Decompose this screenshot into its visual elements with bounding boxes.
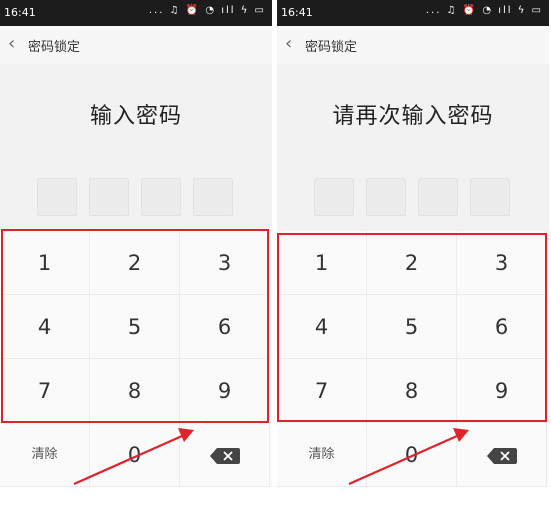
pin-slot [89,178,129,216]
phone-screen-left: 16:41 ... ♫ ⏰ ◔ ıll ϟ ▭ ‹ 密码锁定 输入密码 1 2 … [0,0,272,506]
key-0[interactable]: 0 [90,423,180,487]
pin-slot [141,178,181,216]
key-3[interactable]: 3 [180,231,270,295]
key-3[interactable]: 3 [457,231,547,295]
phone-screen-right: 16:41 ... ♫ ⏰ ◔ ıll ϟ ▭ ‹ 密码锁定 请再次输入密码 1… [277,0,549,506]
key-6[interactable]: 6 [457,295,547,359]
key-2[interactable]: 2 [367,231,457,295]
key-7[interactable]: 7 [0,359,90,423]
delete-button[interactable] [180,423,270,487]
key-2[interactable]: 2 [90,231,180,295]
bottom-margin [277,487,549,506]
key-5[interactable]: 5 [90,295,180,359]
title-bar: ‹ 密码锁定 [277,26,549,64]
backspace-icon [486,448,517,464]
key-0[interactable]: 0 [367,423,457,487]
pin-slot [418,178,458,216]
pin-slots [277,178,549,218]
back-chevron-icon[interactable]: ‹ [285,34,292,54]
clear-button[interactable]: 清除 [0,423,90,487]
key-4[interactable]: 4 [0,295,90,359]
status-time: 16:41 [4,6,36,19]
pin-slot [193,178,233,216]
delete-button[interactable] [457,423,547,487]
keypad: 1 2 3 4 5 6 7 8 9 清除 0 [0,231,272,491]
status-bar: 16:41 ... ♫ ⏰ ◔ ıll ϟ ▭ [0,0,272,26]
pin-slot [37,178,77,216]
status-icons: ... ♫ ⏰ ◔ ıll ϟ ▭ [148,5,266,16]
key-1[interactable]: 1 [277,231,367,295]
pin-slot [366,178,406,216]
clear-button[interactable]: 清除 [277,423,367,487]
key-7[interactable]: 7 [277,359,367,423]
key-8[interactable]: 8 [90,359,180,423]
title-bar: ‹ 密码锁定 [0,26,272,64]
back-chevron-icon[interactable]: ‹ [8,34,15,54]
key-5[interactable]: 5 [367,295,457,359]
password-prompt: 输入密码 [89,104,182,129]
key-1[interactable]: 1 [0,231,90,295]
backspace-icon [209,448,240,464]
pin-slots [0,178,272,218]
pin-slot [314,178,354,216]
pin-slot [470,178,510,216]
status-time: 16:41 [281,6,313,19]
page-title: 密码锁定 [305,40,358,55]
page-title: 密码锁定 [28,40,81,55]
key-8[interactable]: 8 [367,359,457,423]
key-4[interactable]: 4 [277,295,367,359]
password-prompt: 请再次输入密码 [332,104,494,129]
bottom-margin [0,487,272,506]
key-6[interactable]: 6 [180,295,270,359]
keypad: 1 2 3 4 5 6 7 8 9 清除 0 [277,231,549,491]
key-9[interactable]: 9 [457,359,547,423]
status-bar: 16:41 ... ♫ ⏰ ◔ ıll ϟ ▭ [277,0,549,26]
key-9[interactable]: 9 [180,359,270,423]
status-icons: ... ♫ ⏰ ◔ ıll ϟ ▭ [425,5,543,16]
